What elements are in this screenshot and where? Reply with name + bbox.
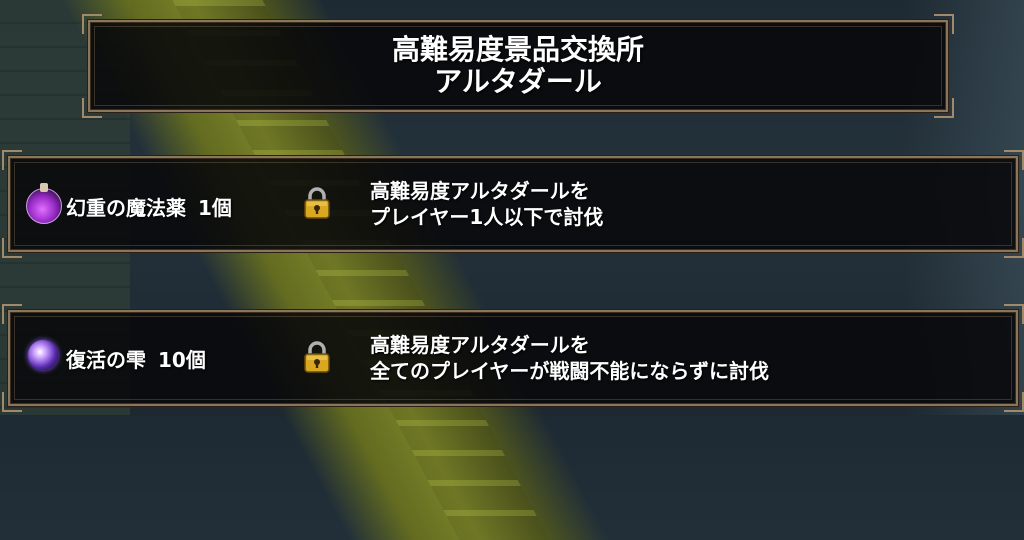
- frame-corner: [2, 392, 22, 412]
- frame-corner: [2, 238, 22, 258]
- reward-row[interactable]: 復活の雫 10個 高難易度アルタダールを 全てのプレイヤーが戦闘不能にならずに討伐: [2, 304, 1024, 412]
- reward-condition: 高難易度アルタダールを プレイヤー1人以下で討伐: [370, 178, 603, 230]
- reward-item-quantity: 1個: [198, 196, 232, 220]
- reward-item-label: 復活の雫 10個: [66, 344, 206, 373]
- condition-line-2: 全てのプレイヤーが戦闘不能にならずに討伐: [370, 359, 769, 383]
- title-line-2: アルタダール: [434, 65, 602, 98]
- reward-item-label: 幻重の魔法薬 1個: [66, 192, 232, 221]
- page-title: 高難易度景品交換所 アルタダール: [90, 34, 946, 98]
- orb-icon: [28, 340, 58, 370]
- condition-line-1: 高難易度アルタダールを: [370, 179, 590, 203]
- condition-line-1: 高難易度アルタダールを: [370, 333, 590, 357]
- reward-row[interactable]: 幻重の魔法薬 1個 高難易度アルタダールを プレイヤー1人以下で討伐: [2, 150, 1024, 258]
- title-panel: 高難易度景品交換所 アルタダール: [82, 14, 954, 118]
- frame-corner: [2, 304, 22, 324]
- condition-line-2: プレイヤー1人以下で討伐: [370, 205, 604, 229]
- frame-corner: [1004, 238, 1024, 258]
- potion-icon: [26, 183, 62, 224]
- frame-corner: [1004, 304, 1024, 324]
- lock-icon: [304, 341, 330, 373]
- frame-corner: [934, 98, 954, 118]
- frame-corner: [1004, 392, 1024, 412]
- reward-condition: 高難易度アルタダールを 全てのプレイヤーが戦闘不能にならずに討伐: [370, 332, 769, 384]
- frame-corner: [82, 98, 102, 118]
- frame-corner: [82, 14, 102, 34]
- frame-corner: [2, 150, 22, 170]
- reward-item-name: 復活の雫: [66, 348, 146, 372]
- reward-item-quantity: 10個: [158, 348, 206, 372]
- frame-corner: [934, 14, 954, 34]
- lock-icon: [304, 187, 330, 219]
- title-line-1: 高難易度景品交換所: [391, 33, 644, 66]
- frame-corner: [1004, 150, 1024, 170]
- reward-item-name: 幻重の魔法薬: [66, 196, 186, 220]
